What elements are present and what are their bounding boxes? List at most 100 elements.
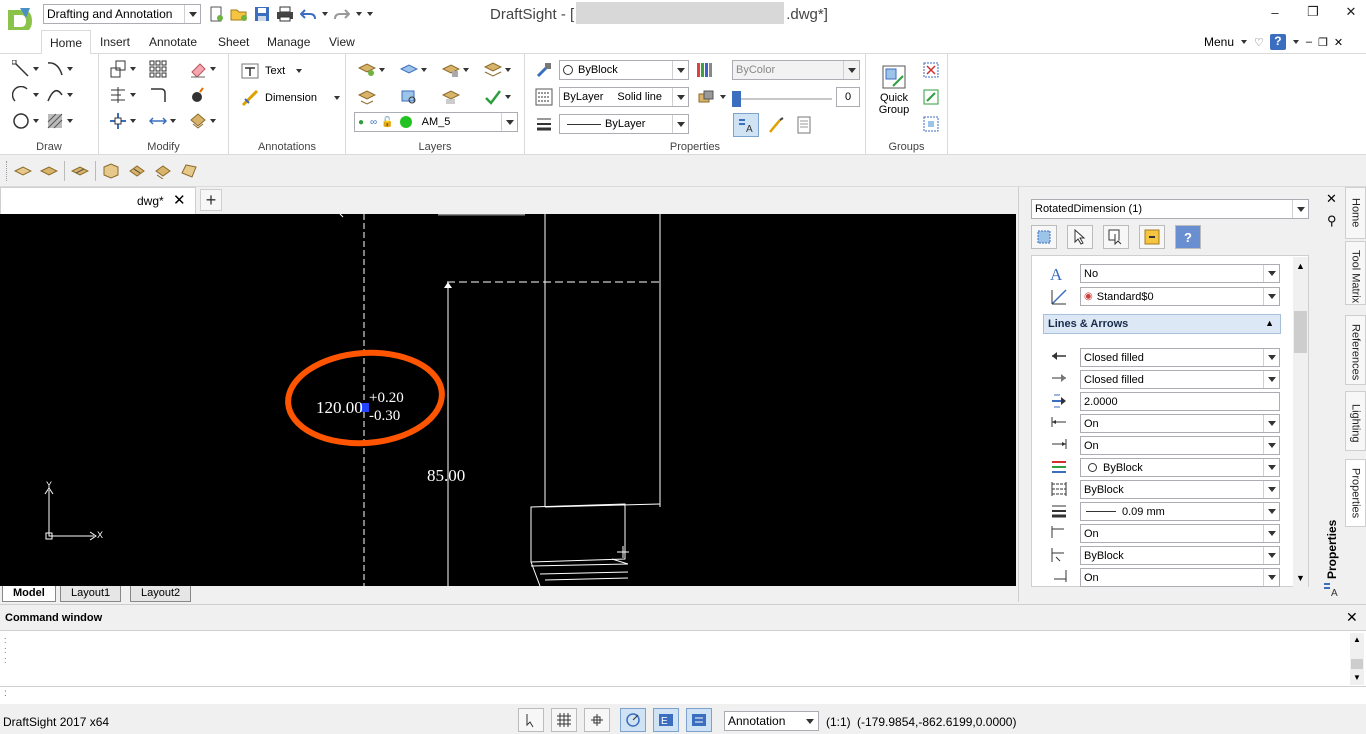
- tab-insert[interactable]: Insert: [92, 30, 138, 54]
- polyline-tool[interactable]: [44, 58, 88, 80]
- command-history[interactable]: ::: ▲ ▼: [0, 631, 1366, 687]
- stretch-dropdown-icon[interactable]: [169, 117, 177, 125]
- scroll-down-icon[interactable]: ▼: [1353, 673, 1361, 682]
- property-select[interactable]: On: [1080, 414, 1280, 433]
- current-layer-select[interactable]: ● ∞ 🔓 AM_5: [354, 112, 518, 132]
- dimension-text-85[interactable]: 85.00: [427, 466, 465, 486]
- tab-manage[interactable]: Manage: [259, 30, 318, 54]
- side-tab-properties[interactable]: Properties: [1345, 459, 1366, 527]
- layer-walk-dropdown-icon[interactable]: [504, 66, 512, 74]
- text-dropdown-icon[interactable]: [295, 67, 303, 75]
- property-select[interactable]: ByBlock: [1080, 480, 1280, 499]
- lineweight-select[interactable]: ByLayer: [559, 114, 689, 134]
- layer-previous-tool[interactable]: [356, 86, 398, 108]
- annotative-toggle-icon[interactable]: A: [733, 113, 759, 137]
- trim-dropdown-icon[interactable]: [129, 91, 137, 99]
- tab-view[interactable]: View: [321, 30, 363, 54]
- help-icon[interactable]: ?: [1269, 34, 1286, 50]
- side-tab-home[interactable]: Home: [1345, 187, 1366, 239]
- line-tool[interactable]: [10, 58, 44, 80]
- print-icon[interactable]: [275, 4, 295, 24]
- arc-dropdown-icon[interactable]: [32, 91, 40, 99]
- layer-state-dropdown-icon[interactable]: [420, 66, 428, 74]
- move-dropdown-icon[interactable]: [129, 65, 137, 73]
- collapse-icon[interactable]: ▲: [1265, 318, 1274, 328]
- layer-on-toggle-icon[interactable]: [38, 160, 60, 182]
- menu-dropdown-icon[interactable]: [1240, 38, 1248, 46]
- block-dropdown-icon[interactable]: [209, 117, 217, 125]
- ortho-toggle-icon[interactable]: [584, 708, 610, 732]
- scroll-down-icon[interactable]: ▼: [1296, 573, 1305, 583]
- property-select[interactable]: 0.09 mm: [1080, 502, 1280, 521]
- scroll-up-icon[interactable]: ▲: [1353, 635, 1361, 644]
- dimension-tool[interactable]: Dimension: [239, 87, 341, 109]
- stretch-tool[interactable]: [147, 110, 187, 132]
- layer-merge-icon[interactable]: [178, 160, 200, 182]
- lineweight-icon[interactable]: [533, 113, 555, 135]
- tab-model[interactable]: Model: [2, 586, 56, 602]
- dimension-text-120[interactable]: 120.00: [316, 398, 363, 418]
- side-tab-references[interactable]: References: [1345, 315, 1366, 385]
- document-tab[interactable]: dwg* ✕: [0, 187, 196, 214]
- tab-layout1[interactable]: Layout1: [60, 586, 122, 602]
- property-select[interactable]: Closed filled: [1080, 370, 1280, 389]
- annotation-scale-select[interactable]: Annotation: [724, 711, 819, 731]
- drawing-canvas[interactable]: 120.00 +0.20 -0.30 85.00 Y X: [0, 214, 1016, 586]
- layer-walk-tool[interactable]: [482, 59, 522, 81]
- ribbon-close-button[interactable]: ✕: [1334, 36, 1343, 49]
- transparency-slider-handle[interactable]: [732, 91, 741, 107]
- ribbon-restore-button[interactable]: ❐: [1318, 36, 1328, 49]
- scroll-thumb[interactable]: [1294, 311, 1307, 353]
- property-select[interactable]: ByBlock: [1080, 546, 1280, 565]
- linestyle-icon[interactable]: [533, 86, 555, 108]
- new-tab-icon[interactable]: +: [200, 189, 222, 211]
- workspace-select[interactable]: Drafting and Annotation: [43, 4, 201, 24]
- layer-copy-tool[interactable]: [440, 86, 482, 108]
- property-select[interactable]: On: [1080, 524, 1280, 543]
- restore-button[interactable]: ❐: [1298, 0, 1328, 24]
- line-dropdown-icon[interactable]: [32, 65, 40, 73]
- favorites-icon[interactable]: ♡: [1254, 36, 1264, 49]
- property-select[interactable]: ByBlock: [1080, 458, 1280, 477]
- new-file-icon[interactable]: [206, 4, 226, 24]
- properties-help-icon[interactable]: ?: [1175, 225, 1201, 249]
- lines-arrows-section[interactable]: Lines & Arrows ▲: [1043, 314, 1281, 334]
- transparency-color-select[interactable]: ByColor: [732, 60, 860, 80]
- side-tab-lighting[interactable]: Lighting: [1345, 391, 1366, 451]
- tab-layout2[interactable]: Layout2: [130, 586, 192, 602]
- property-select[interactable]: ◉ Standard$0: [1080, 287, 1280, 306]
- tab-annotate[interactable]: Annotate: [141, 30, 205, 54]
- array-tool[interactable]: [107, 110, 147, 132]
- quick-group-button[interactable]: Quick Group: [874, 64, 914, 116]
- select-objects-icon[interactable]: [1031, 225, 1057, 249]
- hatch-tool[interactable]: [44, 110, 88, 132]
- layer-check-tool[interactable]: [482, 86, 522, 108]
- undo-icon[interactable]: [298, 4, 318, 24]
- block-tool[interactable]: [187, 110, 227, 132]
- undo-dropdown-icon[interactable]: [321, 10, 329, 18]
- etrack-toggle-icon[interactable]: [686, 708, 712, 732]
- color-select[interactable]: ByBlock: [559, 60, 689, 80]
- arc-tool[interactable]: [10, 84, 44, 106]
- customize-qat-icon[interactable]: [366, 10, 374, 18]
- esnap-toggle-icon[interactable]: E: [653, 708, 679, 732]
- close-tab-icon[interactable]: ✕: [173, 191, 186, 209]
- selection-select[interactable]: RotatedDimension (1): [1031, 199, 1309, 219]
- hatch-dropdown-icon[interactable]: [66, 117, 74, 125]
- save-icon[interactable]: [252, 4, 272, 24]
- layer-state-tool[interactable]: [398, 59, 440, 81]
- layer-freeze-toggle-icon[interactable]: [100, 160, 122, 182]
- array-dropdown-icon[interactable]: [129, 117, 137, 125]
- property-input[interactable]: 2.0000: [1080, 392, 1280, 411]
- layer-isolate-dropdown-icon[interactable]: [462, 66, 470, 74]
- group-select-icon[interactable]: [920, 113, 942, 135]
- polyline-dropdown-icon[interactable]: [66, 65, 74, 73]
- linestyle-manager-dropdown-icon[interactable]: [719, 93, 727, 101]
- layer-browse-tool[interactable]: [398, 86, 440, 108]
- linestyle-manager-icon[interactable]: [695, 86, 717, 108]
- layer-match-icon[interactable]: [152, 160, 174, 182]
- trim-tool[interactable]: [107, 84, 147, 106]
- layer-thaw-icon[interactable]: [126, 160, 148, 182]
- property-select[interactable]: On: [1080, 436, 1280, 455]
- linestyle-select[interactable]: ByLayer Solid line: [559, 87, 689, 107]
